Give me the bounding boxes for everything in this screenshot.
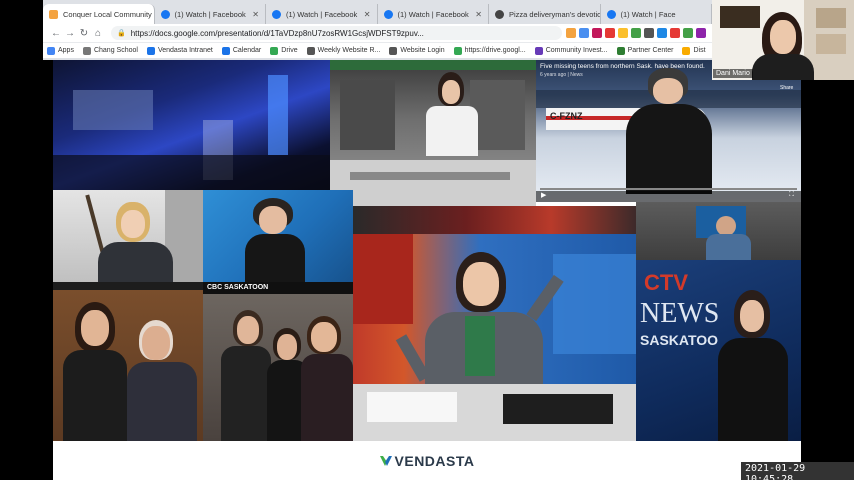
browser-window: Conquer Local Community - ✕ (1) Watch | … bbox=[43, 0, 712, 60]
folder-icon bbox=[682, 46, 691, 55]
lock-icon: 🔒 bbox=[117, 30, 126, 37]
bookmark-calendar[interactable]: Calendar bbox=[221, 46, 261, 55]
close-icon[interactable]: ✕ bbox=[471, 10, 482, 19]
extension-icon[interactable] bbox=[566, 28, 576, 38]
tab-title: (1) Watch | Facebook bbox=[174, 9, 246, 19]
cbc-caption: CBC SASKATOON bbox=[207, 284, 269, 291]
photo-tv-studio bbox=[53, 60, 330, 190]
bookmark-website-login[interactable]: Website Login bbox=[389, 46, 445, 55]
photo-news-anchor bbox=[330, 60, 536, 206]
bookmark-vendasta-intranet[interactable]: Vendasta Intranet bbox=[146, 46, 213, 55]
extension-icon[interactable] bbox=[657, 28, 667, 38]
photo-ctv-news: CTV NEWS SASKATOO bbox=[636, 260, 801, 441]
extension-icon[interactable] bbox=[592, 28, 602, 38]
tab-title: (1) Watch | Facebook bbox=[286, 9, 358, 19]
tab-title: Pizza deliveryman's devotio bbox=[509, 9, 601, 19]
facebook-icon bbox=[160, 9, 170, 19]
plane-registration: C-FZNZ bbox=[550, 111, 583, 121]
tab-title: Conquer Local Community - bbox=[63, 9, 155, 19]
video-subtitle: 6 years ago | News bbox=[540, 72, 583, 78]
drive-icon bbox=[453, 46, 462, 55]
video-progress-bar[interactable] bbox=[540, 188, 797, 190]
drive-icon bbox=[270, 46, 279, 55]
vendasta-logo: VENDASTA bbox=[379, 452, 475, 469]
extension-icon[interactable] bbox=[683, 28, 693, 38]
apps-icon bbox=[47, 46, 55, 55]
extension-icon[interactable] bbox=[644, 28, 654, 38]
facebook-icon bbox=[606, 9, 616, 19]
tab-facebook-4[interactable]: (1) Watch | Face bbox=[601, 4, 712, 24]
address-bar[interactable]: 🔒 https://docs.google.com/presentation/d… bbox=[111, 26, 562, 40]
photo-with-elder bbox=[53, 290, 203, 441]
recording-timestamp: 2021-01-29 10:45:28 bbox=[741, 462, 854, 480]
forward-icon[interactable]: → bbox=[63, 28, 77, 39]
ctv-logo: CTV bbox=[644, 270, 688, 295]
presentation-slide: C-FZNZ Five missing teens from northern … bbox=[53, 60, 801, 480]
photo-snow-report: C-FZNZ Five missing teens from northern … bbox=[536, 60, 801, 202]
extension-icon[interactable] bbox=[631, 28, 641, 38]
back-icon[interactable]: ← bbox=[49, 28, 63, 39]
reload-icon[interactable]: ↻ bbox=[77, 28, 91, 39]
bookmark-weekly-website[interactable]: Weekly Website R... bbox=[306, 46, 380, 55]
browser-toolbar: ← → ↻ ⌂ 🔒 https://docs.google.com/presen… bbox=[43, 24, 712, 42]
folder-icon bbox=[306, 46, 315, 55]
facebook-icon bbox=[272, 9, 281, 19]
tab-facebook-3[interactable]: (1) Watch | Facebook ✕ bbox=[378, 4, 489, 24]
photo-group bbox=[203, 294, 353, 441]
url-text: https://docs.google.com/presentation/d/1… bbox=[130, 28, 424, 38]
participant-name: Dani Mario bbox=[713, 69, 753, 78]
photo-red-studio bbox=[353, 206, 636, 234]
tab-conquer-local[interactable]: Conquer Local Community - ✕ bbox=[43, 4, 155, 24]
extension-icon[interactable] bbox=[618, 28, 628, 38]
home-icon[interactable]: ⌂ bbox=[91, 28, 105, 39]
orange-square-icon bbox=[49, 9, 58, 19]
tab-facebook-2[interactable]: (1) Watch | Facebook ✕ bbox=[266, 4, 378, 24]
video-headline: Five missing teens from northern Sask. h… bbox=[540, 63, 705, 70]
partner-icon bbox=[616, 46, 625, 55]
vendasta-icon bbox=[146, 46, 155, 55]
globe-icon bbox=[389, 46, 398, 55]
bookmark-dist[interactable]: Dist bbox=[682, 46, 706, 55]
bookmark-drive-link[interactable]: https://drive.googl... bbox=[453, 46, 526, 55]
facebook-icon bbox=[383, 9, 393, 19]
bookmark-chang-school[interactable]: Chang School bbox=[82, 46, 138, 55]
photo-man-at-desk bbox=[636, 202, 801, 260]
vendasta-mark-icon bbox=[379, 455, 392, 466]
ctv-city-text: SASKATOO bbox=[640, 332, 719, 348]
tab-title: (1) Watch | Facebook bbox=[397, 9, 469, 19]
calendar-icon bbox=[221, 46, 230, 55]
share-button[interactable]: Share bbox=[780, 85, 793, 91]
bookmark-apps[interactable]: Apps bbox=[47, 46, 74, 55]
play-icon[interactable]: ▶ bbox=[541, 191, 546, 199]
bookmark-drive[interactable]: Drive bbox=[270, 46, 298, 55]
webcam-tile: Dani Mario bbox=[712, 0, 854, 80]
bookmarks-bar: Apps Chang School Vendasta Intranet Cale… bbox=[43, 42, 712, 58]
close-icon[interactable]: ✕ bbox=[360, 10, 371, 19]
photo-cbc-saskatoon: CBC SASKATOON bbox=[203, 190, 353, 294]
bookmark-community-invest[interactable]: Community Invest... bbox=[534, 46, 608, 55]
extension-icon[interactable] bbox=[696, 28, 706, 38]
close-icon[interactable]: ✕ bbox=[248, 10, 259, 19]
extension-icon[interactable] bbox=[605, 28, 615, 38]
photo-sword-pose bbox=[53, 190, 203, 290]
extension-icons bbox=[566, 28, 706, 38]
ctv-news-text: NEWS bbox=[640, 298, 720, 329]
slide-footer: VENDASTA bbox=[53, 441, 801, 480]
video-controls bbox=[536, 191, 801, 202]
tab-pizza[interactable]: Pizza deliveryman's devotio ✕ bbox=[489, 4, 601, 24]
extension-icon[interactable] bbox=[579, 28, 589, 38]
community-icon bbox=[534, 46, 543, 55]
folder-icon bbox=[82, 46, 91, 55]
tab-facebook-1[interactable]: (1) Watch | Facebook ✕ bbox=[155, 4, 266, 24]
bookmark-partner-center[interactable]: Partner Center bbox=[616, 46, 673, 55]
fullscreen-icon[interactable]: ⛶ bbox=[789, 191, 794, 199]
tab-title: (1) Watch | Face bbox=[620, 9, 676, 19]
photo-excited-anchor bbox=[353, 234, 636, 441]
web-icon bbox=[495, 9, 504, 19]
extension-icon[interactable] bbox=[670, 28, 680, 38]
tab-strip: Conquer Local Community - ✕ (1) Watch | … bbox=[43, 4, 712, 24]
vendasta-wordmark: VENDASTA bbox=[394, 452, 475, 469]
